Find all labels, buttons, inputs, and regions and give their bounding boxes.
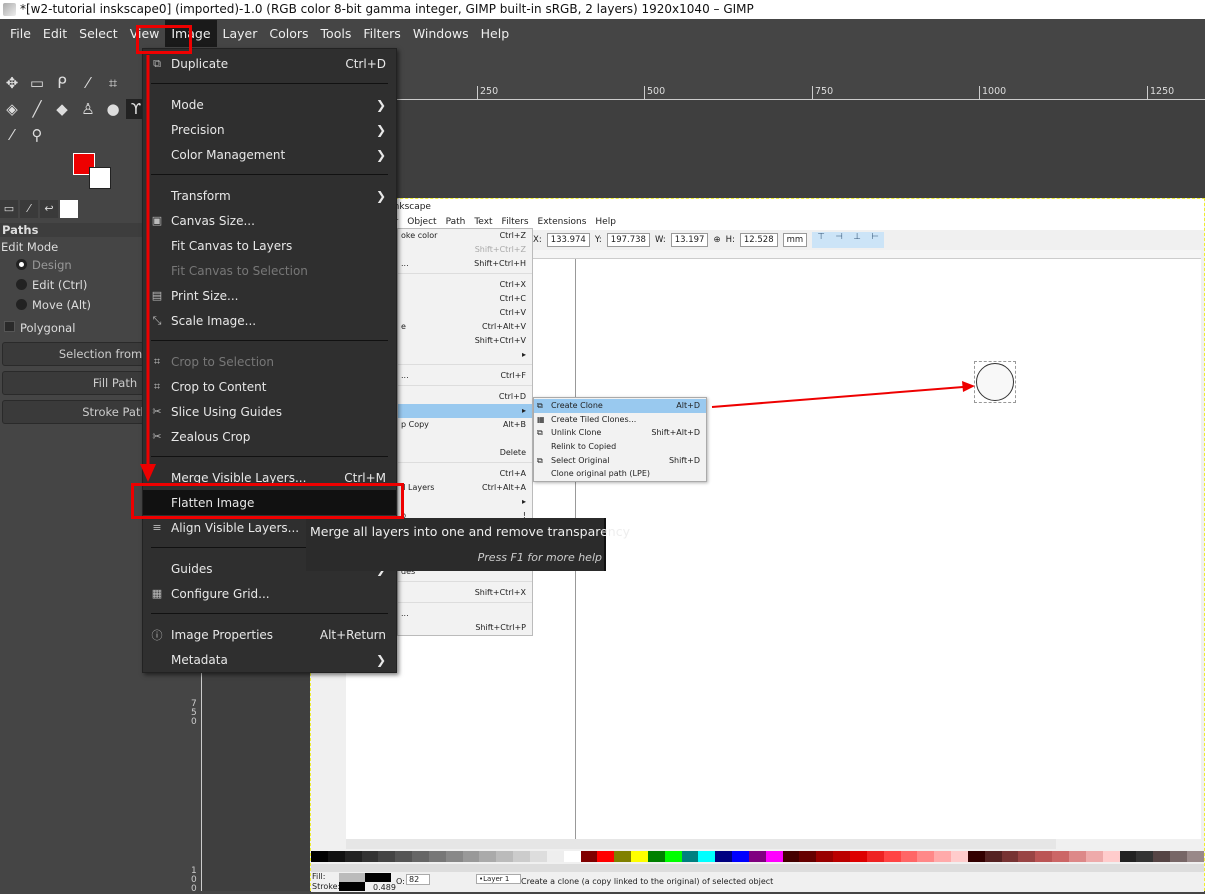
arrow-down-head xyxy=(140,464,156,482)
arrow-right-line xyxy=(711,386,964,408)
annotation-arrows xyxy=(140,55,975,482)
arrow-right-head xyxy=(962,381,975,392)
